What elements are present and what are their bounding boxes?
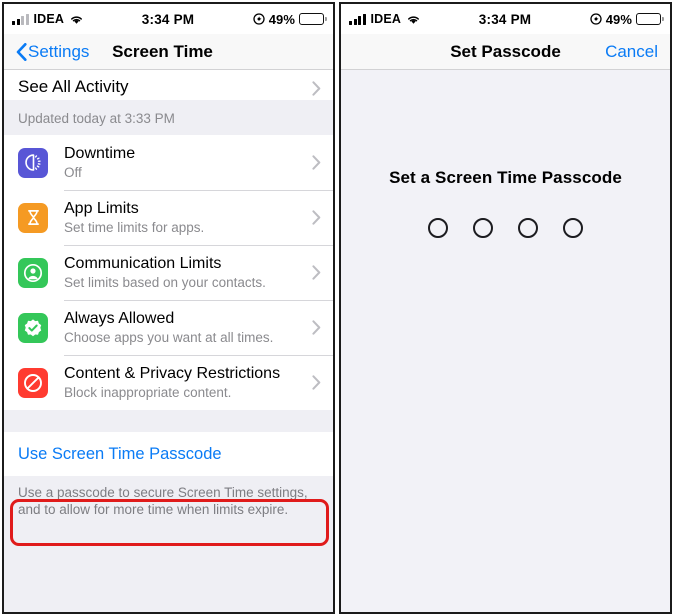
left-scroll-area[interactable]: See All Activity Updated today at 3:33 P… xyxy=(4,70,333,612)
passcode-dot-2 xyxy=(473,218,493,238)
hourglass-icon xyxy=(18,202,48,233)
right-phone-screen: IDEA 3:34 PM 49% Set Passcode Cancel Set… xyxy=(339,2,672,614)
status-bar-clock: 3:34 PM xyxy=(141,11,195,27)
battery-icon xyxy=(636,13,665,25)
row-text: Always Allowed Choose apps you want at a… xyxy=(64,300,306,355)
cellular-signal-icon xyxy=(349,13,366,25)
chevron-right-icon xyxy=(312,320,321,335)
status-bar-left: IDEA xyxy=(349,12,479,26)
row-title: Communication Limits xyxy=(64,255,222,272)
row-title: Always Allowed xyxy=(64,310,175,327)
person-circle-icon xyxy=(18,257,48,288)
row-always-allowed[interactable]: Always Allowed Choose apps you want at a… xyxy=(4,300,333,355)
passcode-dot-3 xyxy=(518,218,538,238)
cellular-signal-icon xyxy=(12,13,29,25)
row-see-all-activity[interactable]: See All Activity xyxy=(4,70,333,100)
left-nav-bar: Settings Screen Time xyxy=(4,34,333,70)
row-downtime[interactable]: Downtime Off xyxy=(4,135,333,190)
back-to-settings-button[interactable]: Settings xyxy=(16,42,89,62)
row-subtitle: Set limits based on your contacts. xyxy=(64,275,266,290)
row-title: App Limits xyxy=(64,200,139,217)
group-gap xyxy=(4,410,333,432)
chevron-left-icon xyxy=(16,42,27,61)
right-nav-bar: Set Passcode Cancel xyxy=(341,34,670,70)
row-text: Communication Limits Set limits based on… xyxy=(64,245,306,300)
activity-group: See All Activity xyxy=(4,70,333,100)
row-text: App Limits Set time limits for apps. xyxy=(64,190,306,245)
see-all-activity-label: See All Activity xyxy=(18,77,129,96)
screen-time-options-group: Downtime Off App Limits Set time limits … xyxy=(4,135,333,410)
row-text: Content & Privacy Restrictions Block ina… xyxy=(64,355,306,410)
row-subtitle: Set time limits for apps. xyxy=(64,220,205,235)
location-services-icon xyxy=(253,13,265,25)
battery-percent-label: 49% xyxy=(605,11,633,27)
updated-timestamp-header: Updated today at 3:33 PM xyxy=(4,100,333,135)
chevron-right-icon xyxy=(312,155,321,170)
passcode-dot-1 xyxy=(428,218,448,238)
row-text: Downtime Off xyxy=(64,135,306,190)
left-status-bar: IDEA 3:34 PM 49% xyxy=(4,4,333,34)
right-status-bar: IDEA 3:34 PM 49% xyxy=(341,4,670,34)
carrier-label: IDEA xyxy=(370,12,402,26)
status-bar-left: IDEA xyxy=(12,12,142,26)
row-communication-limits[interactable]: Communication Limits Set limits based on… xyxy=(4,245,333,300)
status-bar-right: 49% xyxy=(531,11,665,27)
row-app-limits[interactable]: App Limits Set time limits for apps. xyxy=(4,190,333,245)
location-services-icon xyxy=(590,13,602,25)
status-bar-right: 49% xyxy=(194,11,328,27)
status-bar-clock: 3:34 PM xyxy=(478,11,532,27)
use-screen-time-passcode-label: Use Screen Time Passcode xyxy=(18,444,222,463)
set-passcode-screen: Set a Screen Time Passcode xyxy=(341,70,670,612)
wifi-icon xyxy=(69,14,84,25)
chevron-right-icon xyxy=(312,81,321,96)
passcode-dots[interactable] xyxy=(428,218,583,238)
row-subtitle: Choose apps you want at all times. xyxy=(64,330,274,345)
row-title: Content & Privacy Restrictions xyxy=(64,365,281,382)
row-text: See All Activity xyxy=(18,77,306,96)
carrier-label: IDEA xyxy=(33,12,65,26)
row-subtitle: Block inappropriate content. xyxy=(64,385,232,400)
use-screen-time-passcode-button[interactable]: Use Screen Time Passcode xyxy=(4,432,333,476)
downtime-icon xyxy=(18,147,48,178)
screenshot-stage: IDEA 3:34 PM 49% Settings Screen Time Se… xyxy=(0,0,675,616)
prohibited-icon xyxy=(18,367,48,398)
battery-percent-label: 49% xyxy=(268,11,296,27)
passcode-dot-4 xyxy=(563,218,583,238)
passcode-footer-text: Use a passcode to secure Screen Time set… xyxy=(4,476,333,528)
left-phone-screen: IDEA 3:34 PM 49% Settings Screen Time Se… xyxy=(2,2,335,614)
battery-icon xyxy=(299,13,328,25)
wifi-icon xyxy=(406,14,421,25)
cancel-button[interactable]: Cancel xyxy=(605,42,658,62)
checkmark-seal-icon xyxy=(18,312,48,343)
chevron-right-icon xyxy=(312,265,321,280)
row-title: Downtime xyxy=(64,145,136,162)
row-content-privacy-restrictions[interactable]: Content & Privacy Restrictions Block ina… xyxy=(4,355,333,410)
row-subtitle: Off xyxy=(64,165,82,180)
chevron-right-icon xyxy=(312,375,321,390)
passcode-prompt: Set a Screen Time Passcode xyxy=(389,168,622,187)
back-button-label: Settings xyxy=(28,41,90,61)
chevron-right-icon xyxy=(312,210,321,225)
